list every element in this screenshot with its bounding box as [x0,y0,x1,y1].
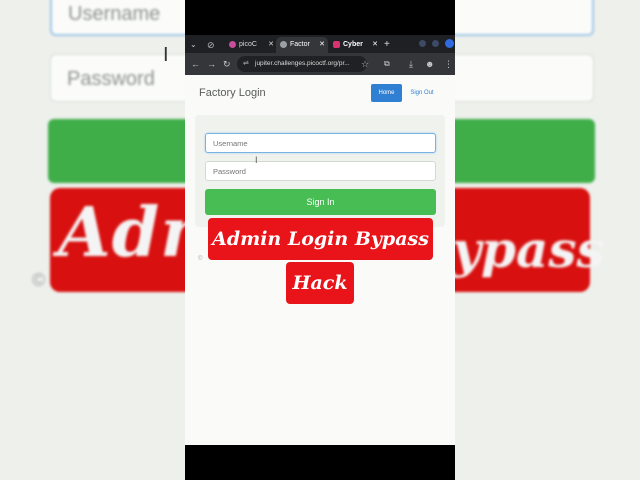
web-page: Factory Login Home Sign Out I Sign In [185,75,455,445]
tab-factory[interactable]: Factor ✕ [276,37,328,53]
tab-label: picoC [239,41,257,48]
reload-icon[interactable]: ↻ [223,57,231,71]
close-icon[interactable]: ✕ [319,37,325,53]
home-nav-button[interactable]: Home [371,84,402,102]
extensions-puzzle-icon[interactable]: ⧉ [384,57,390,71]
picoctf-favicon-icon [229,40,236,48]
site-brand[interactable]: Factory Login [199,87,266,99]
address-url: jupiter.challenges.picoctf.org/pr... [255,60,350,67]
back-arrow-icon[interactable]: ← [191,57,200,71]
globe-icon [280,40,287,48]
sign-in-button[interactable]: Sign In [205,189,436,215]
bg-overlay-text-right: ypass [452,220,605,279]
window-maximize-icon[interactable] [432,40,439,47]
close-icon[interactable]: ✕ [268,37,274,53]
forward-arrow-icon[interactable]: → [207,57,216,71]
bg-text-cursor-icon: I [163,44,169,66]
text-cursor-icon: I [255,155,258,165]
close-icon[interactable]: ✕ [372,37,378,53]
profile-avatar-icon[interactable]: ☻ [425,57,434,71]
menu-kebab-icon[interactable]: ⋮ [444,57,453,71]
tab-picoctf[interactable]: picoC ✕ [225,37,277,53]
video-caption-subtitle: Hack [286,262,354,304]
window-close-icon[interactable] [445,39,454,48]
address-bar[interactable]: ⇌ jupiter.challenges.picoctf.org/pr... [237,56,367,72]
footer-copyright: © [198,256,203,262]
phone-recording: ⌄ ⊘ picoC ✕ Factor ✕ Cyber ✕ + ← → ↻ ⇌ j… [185,0,455,480]
username-input[interactable] [205,133,436,153]
tab-cyber[interactable]: Cyber ✕ [329,37,381,53]
bookmark-star-icon[interactable]: ☆ [361,57,369,71]
password-input[interactable] [205,161,436,181]
browser-toolbar: ← → ↻ ⇌ jupiter.challenges.picoctf.org/p… [185,53,455,75]
sign-out-link[interactable]: Sign Out [407,84,437,102]
new-tab-button[interactable]: + [384,37,390,53]
download-icon[interactable]: ⤓ [409,57,413,71]
tab-label: Cyber [343,41,363,48]
video-caption-title: Admin Login Bypass [208,218,433,260]
window-minimize-icon[interactable] [419,40,426,47]
instagram-icon [333,40,340,48]
globe-icon: ⊘ [207,40,215,50]
bg-copyright: © [32,270,46,290]
site-info-icon[interactable]: ⇌ [243,56,249,72]
browser-tab-strip: ⌄ ⊘ picoC ✕ Factor ✕ Cyber ✕ + [185,35,455,53]
tab-list-chevron-icon[interactable]: ⌄ [190,37,197,53]
tab-label: Factor [290,41,310,48]
